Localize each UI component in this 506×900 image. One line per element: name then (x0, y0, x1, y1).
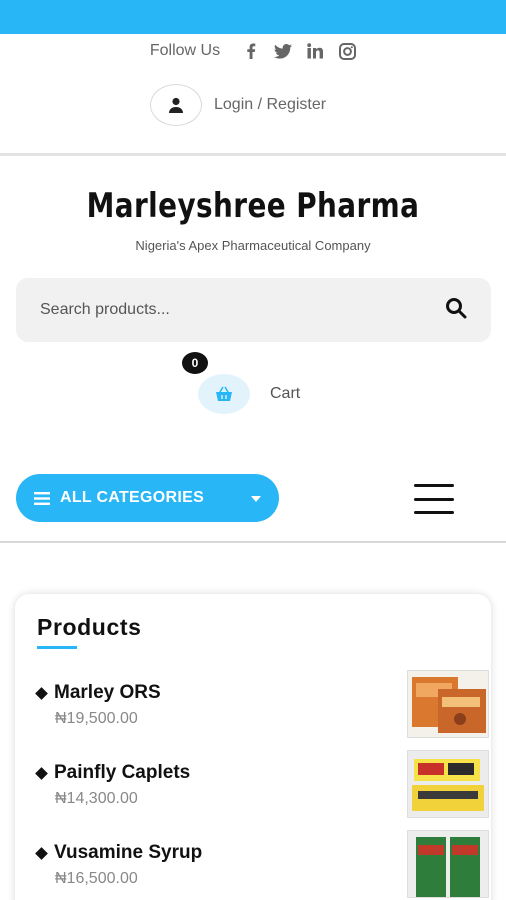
product-item[interactable]: Painfly Caplets ₦14,300.00 (35, 750, 489, 834)
product-image[interactable] (407, 830, 489, 898)
product-name[interactable]: Vusamine Syrup (54, 842, 202, 864)
product-image[interactable] (407, 750, 489, 818)
chevron-down-icon (251, 489, 261, 507)
product-item[interactable]: Marley ORS ₦19,500.00 (35, 670, 489, 754)
menu-bar (414, 497, 454, 501)
login-register-label[interactable]: Login / Register (214, 96, 326, 114)
heading-underline (37, 646, 77, 649)
login-register-link[interactable]: Login / Register (150, 84, 326, 126)
diamond-bullet-icon (35, 846, 48, 860)
list-icon (34, 491, 50, 505)
product-name[interactable]: Marley ORS (54, 682, 161, 704)
nav-divider (0, 541, 506, 543)
instagram-icon[interactable] (338, 42, 356, 60)
diamond-bullet-icon (35, 686, 48, 700)
menu-icon[interactable] (414, 484, 454, 514)
user-icon[interactable] (150, 84, 202, 126)
basket-icon[interactable] (198, 374, 250, 414)
linkedin-icon[interactable] (306, 42, 324, 60)
top-accent-bar (0, 0, 506, 34)
all-categories-button[interactable]: ALL CATEGORIES (16, 474, 279, 522)
menu-bar (414, 484, 454, 487)
search-input[interactable] (40, 301, 445, 319)
facebook-icon[interactable] (242, 42, 260, 60)
site-tagline: Nigeria's Apex Pharmaceutical Company (135, 238, 371, 253)
site-logo-text[interactable]: Marleyshree Pharma (46, 186, 461, 226)
product-name[interactable]: Painfly Caplets (54, 762, 190, 784)
product-item[interactable]: Vusamine Syrup ₦16,500.00 (35, 830, 489, 900)
product-name-row[interactable]: Painfly Caplets (35, 762, 190, 784)
product-name-row[interactable]: Vusamine Syrup (35, 842, 202, 864)
search-bar (16, 278, 491, 342)
twitter-icon[interactable] (274, 42, 293, 60)
product-name-row[interactable]: Marley ORS (35, 682, 161, 704)
header-divider (0, 153, 506, 156)
product-price: ₦16,500.00 (55, 870, 138, 887)
cart-count-badge: 0 (182, 352, 208, 374)
diamond-bullet-icon (35, 766, 48, 780)
product-image[interactable] (407, 670, 489, 738)
product-price: ₦19,500.00 (55, 710, 138, 727)
cart-label[interactable]: Cart (270, 385, 300, 403)
products-widget: Products Marley ORS ₦19,500.00 Painfly C… (15, 594, 491, 900)
follow-us-label: Follow Us (149, 42, 221, 59)
products-heading: Products (37, 614, 142, 640)
product-price: ₦14,300.00 (55, 790, 138, 807)
all-categories-label: ALL CATEGORIES (60, 489, 205, 506)
search-icon[interactable] (445, 297, 467, 324)
social-follow-bar: Follow Us (0, 42, 506, 60)
menu-bar (414, 511, 454, 514)
